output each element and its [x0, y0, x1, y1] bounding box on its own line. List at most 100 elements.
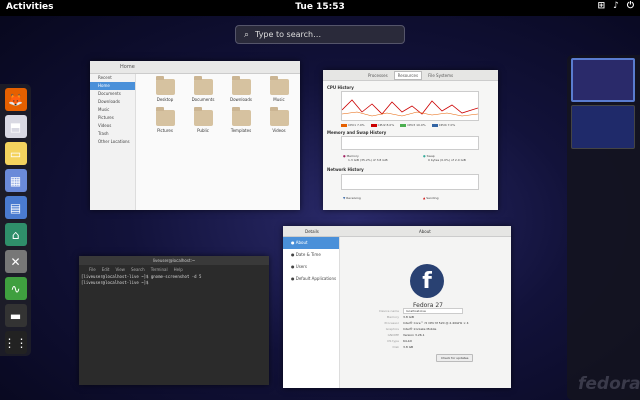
- about-key: Device name: [379, 309, 399, 313]
- folder-item[interactable]: Downloads: [222, 76, 260, 102]
- files-grid: Desktop Documents Downloads Music Pictures Pu…: [146, 76, 298, 133]
- files-icon[interactable]: ▭: [4, 142, 27, 165]
- boxes-icon[interactable]: ⬒: [4, 115, 27, 138]
- cpu-color-swatch: [341, 123, 347, 127]
- files-sidebar-item[interactable]: Trash: [90, 130, 135, 138]
- files-sidebar-item[interactable]: Documents: [90, 90, 135, 98]
- memory-detail: 1.3 GiB (35.2%) of 3.8 GiB: [348, 158, 388, 162]
- cpu-legend-label: CPU3 10.0%: [407, 123, 426, 127]
- system-tray[interactable]: ⊞ ♪ ⏻: [598, 1, 634, 11]
- system-monitor-window[interactable]: Processes Resources File Systems CPU Histo…: [323, 70, 498, 210]
- search-icon: ⌕: [244, 29, 250, 40]
- about-value: 64-bit: [403, 339, 412, 343]
- sending-icon: ▲: [423, 196, 426, 200]
- cpu-legend-item: CPU4 7.0%: [431, 123, 456, 127]
- folder-icon: [155, 107, 175, 126]
- folder-item[interactable]: Public: [184, 107, 222, 133]
- receiving-icon: ▼: [343, 196, 346, 200]
- about-key: Disk: [392, 345, 399, 349]
- settings-sidebar-item[interactable]: ● Default Applications: [283, 273, 339, 285]
- network-icon: ⊞: [597, 1, 606, 11]
- sending-label: Sending: [426, 196, 439, 200]
- screenshot-icon[interactable]: ▦: [4, 169, 27, 192]
- terminal-menu-item[interactable]: View: [115, 267, 125, 272]
- cpu-legend-label: CPU4 7.0%: [438, 123, 456, 127]
- files-sidebar-item[interactable]: Home: [90, 82, 135, 90]
- search-placeholder: Type to search…: [255, 30, 322, 39]
- workspace-2[interactable]: [571, 105, 635, 149]
- folder-label: Downloads: [230, 97, 252, 102]
- files-sidebar-item[interactable]: Downloads: [90, 98, 135, 106]
- network-history-label: Network History: [327, 167, 364, 172]
- terminal-menu-item[interactable]: Terminal: [151, 267, 168, 272]
- files-sidebar-item[interactable]: Recent: [90, 74, 135, 82]
- power-icon: ⏻: [626, 1, 634, 11]
- terminal-title: liveuser@localhost:~: [79, 256, 269, 265]
- terminal-icon[interactable]: ▬: [4, 304, 27, 327]
- fedora-watermark: fedora: [578, 374, 640, 394]
- about-value[interactable]: localhost-live: [403, 308, 463, 314]
- fedora-logo-icon: f: [410, 264, 444, 298]
- folder-item[interactable]: Videos: [260, 107, 298, 133]
- settings-sidebar-item[interactable]: ● Date & Time: [283, 249, 339, 261]
- tab-file-systems[interactable]: File Systems: [428, 73, 453, 78]
- tools-icon[interactable]: ✕: [4, 250, 27, 273]
- files-sidebar: Recent Home Documents Downloads Music Picture…: [90, 74, 136, 210]
- disks-icon[interactable]: ▤: [4, 196, 27, 219]
- folder-label: Templates: [230, 128, 252, 133]
- settings-right-title: About: [419, 229, 431, 234]
- folder-item[interactable]: Music: [260, 76, 298, 102]
- folder-label: Public: [197, 128, 209, 133]
- files-sidebar-item[interactable]: Music: [90, 106, 135, 114]
- system-icon[interactable]: ⌂: [4, 223, 27, 246]
- settings-sidebar: ● About ● Date & Time ● Users ● Default App…: [283, 237, 340, 388]
- sending-legend: ▲ Sending: [423, 196, 438, 200]
- clock[interactable]: Tue 15:53: [295, 2, 344, 12]
- memory-history-label: Memory and Swap History: [327, 130, 387, 135]
- tab-processes[interactable]: Processes: [368, 73, 388, 78]
- files-sidebar-item[interactable]: Other Locations: [90, 138, 135, 146]
- workspace-1[interactable]: [571, 58, 635, 102]
- app-grid-icon[interactable]: ⋮⋮: [4, 331, 28, 354]
- firefox-icon[interactable]: 🦊: [4, 88, 27, 111]
- terminal-line: [liveuser@localhost-live ~]$: [81, 280, 149, 285]
- cpu-legend-item: CPU2 8.0%: [370, 123, 395, 127]
- cpu-history-label: CPU History: [327, 85, 354, 90]
- settings-window[interactable]: Details About ● About ● Date & Time ● User…: [283, 226, 511, 388]
- settings-sidebar-item[interactable]: ● About: [283, 237, 339, 249]
- files-window[interactable]: Home Recent Home Documents Downloads Music Pi…: [90, 61, 300, 210]
- about-details: Device name localhost-live Memory 3.8 GiB Pr…: [371, 308, 469, 350]
- settings-header: Details About: [283, 226, 511, 237]
- folder-label: Music: [273, 97, 285, 102]
- terminal-menu-item[interactable]: File: [89, 267, 96, 272]
- activities-button[interactable]: Activities: [6, 2, 54, 12]
- search-entry[interactable]: ⌕ Type to search…: [235, 25, 405, 44]
- about-row: Disk 3.8 GB: [371, 344, 469, 350]
- check-updates-button[interactable]: Check for updates: [436, 354, 474, 362]
- settings-sidebar-item[interactable]: ● Users: [283, 261, 339, 273]
- folder-item[interactable]: Desktop: [146, 76, 184, 102]
- terminal-menu-item[interactable]: Edit: [102, 267, 110, 272]
- files-sidebar-item[interactable]: Pictures: [90, 114, 135, 122]
- terminal-output[interactable]: [liveuser@localhost-live ~]$ gnome-scree…: [79, 274, 269, 286]
- system-monitor-icon[interactable]: ∿: [4, 277, 27, 300]
- settings-left-title: Details: [305, 229, 319, 234]
- about-value: Intel® Core™ i5 CPU M 520 @ 2.40GHz × 4: [403, 321, 469, 325]
- memory-graph: [341, 136, 479, 150]
- top-bar: Activities Tue 15:53 ⊞ ♪ ⏻: [0, 0, 640, 16]
- terminal-menu-item[interactable]: Search: [131, 267, 145, 272]
- terminal-window[interactable]: liveuser@localhost:~ File Edit View Search T…: [79, 256, 269, 385]
- cpu-color-swatch: [431, 123, 438, 127]
- files-sidebar-item[interactable]: Videos: [90, 122, 135, 130]
- swap-legend: ● Swap 0 bytes (0.0%) of 2.0 GiB: [423, 154, 466, 162]
- terminal-menu-item[interactable]: Help: [174, 267, 183, 272]
- folder-item[interactable]: Documents: [184, 76, 222, 102]
- folder-item[interactable]: Templates: [222, 107, 260, 133]
- tab-resources[interactable]: Resources: [393, 70, 423, 80]
- about-value: Intel® Ironlake Mobile: [403, 327, 437, 331]
- settings-item-label: Default Applications: [295, 276, 337, 281]
- cpu-legend: CPU1 7.0% CPU2 8.0% CPU3 10.0% CPU4 7.0%: [341, 123, 455, 127]
- folder-item[interactable]: Pictures: [146, 107, 184, 133]
- cpu-legend-label: CPU2 8.0%: [377, 123, 395, 127]
- receiving-legend: ▼ Receiving: [343, 196, 361, 200]
